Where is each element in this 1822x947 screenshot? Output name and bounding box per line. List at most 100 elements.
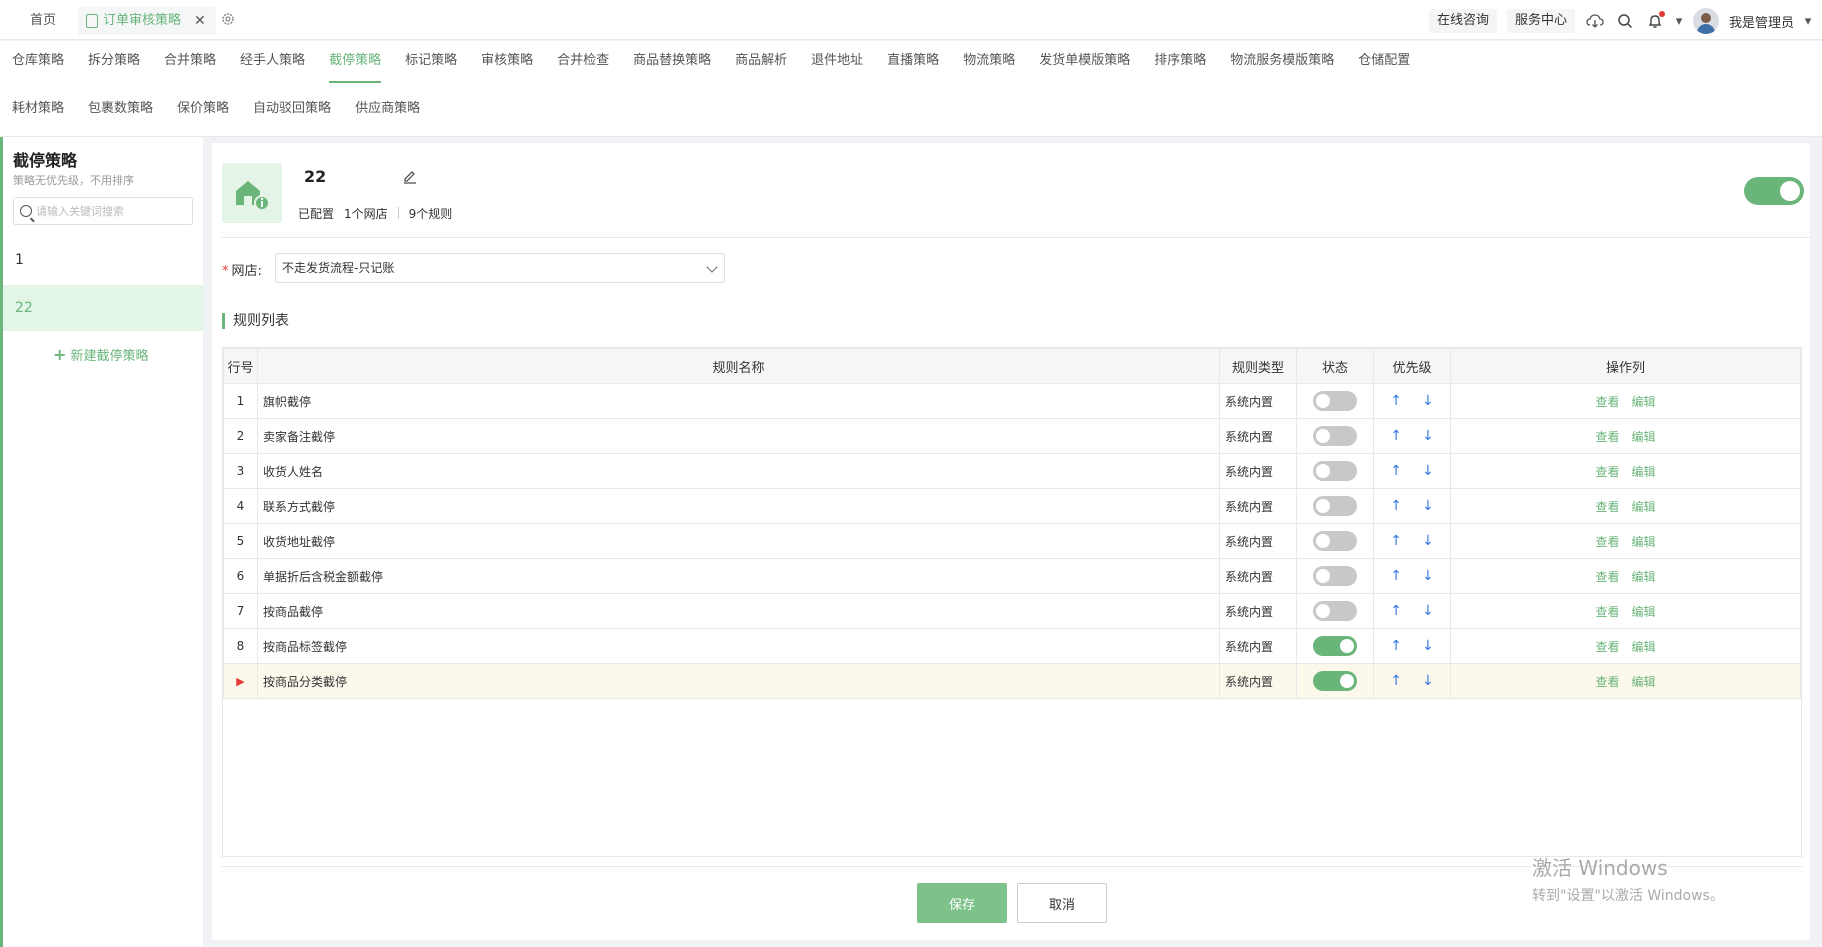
table-row[interactable]: ▶ 按商品分类截停 系统内置 ↑ ↓ 查看 编辑 <box>223 663 1801 699</box>
nav-tab-row1-11[interactable]: 直播策略 <box>875 43 951 83</box>
nav-tab-row1-6[interactable]: 审核策略 <box>469 43 545 83</box>
user-name[interactable]: 我是管理员 <box>1729 12 1794 31</box>
arrow-up-icon[interactable]: ↑ <box>1390 463 1402 479</box>
view-link[interactable]: 查看 <box>1595 395 1619 409</box>
nav-tab-row1-10[interactable]: 退件地址 <box>799 43 875 83</box>
arrow-up-icon[interactable]: ↑ <box>1390 393 1402 409</box>
nav-tab-row1-12[interactable]: 物流策略 <box>951 43 1027 83</box>
arrow-up-icon[interactable]: ↑ <box>1390 638 1402 654</box>
arrow-down-icon[interactable]: ↓ <box>1422 603 1434 619</box>
arrow-up-icon[interactable]: ↑ <box>1390 533 1402 549</box>
nav-tab-row2-1[interactable]: 包裹数策略 <box>76 91 165 131</box>
new-strategy-button[interactable]: + 新建截停策略 <box>53 345 149 364</box>
table-row[interactable]: 3 收货人姓名 系统内置 ↑ ↓ 查看 编辑 <box>223 453 1801 489</box>
cloud-download-icon[interactable] <box>1585 11 1605 31</box>
arrow-down-icon[interactable]: ↓ <box>1422 463 1434 479</box>
view-link[interactable]: 查看 <box>1595 430 1619 444</box>
nav-tab-row2-3[interactable]: 自动驳回策略 <box>241 91 343 131</box>
status-toggle[interactable] <box>1313 601 1357 621</box>
edit-link[interactable]: 编辑 <box>1632 430 1656 444</box>
caret-down-icon[interactable]: ▾ <box>1675 11 1683 31</box>
store-select[interactable]: 不走发货流程-只记账 <box>275 253 725 283</box>
table-row[interactable]: 1 旗帜截停 系统内置 ↑ ↓ 查看 编辑 <box>223 383 1801 419</box>
view-link[interactable]: 查看 <box>1595 605 1619 619</box>
arrow-down-icon[interactable]: ↓ <box>1422 638 1434 654</box>
status-toggle[interactable] <box>1313 391 1357 411</box>
sidebar-search[interactable] <box>13 197 193 225</box>
arrow-down-icon[interactable]: ↓ <box>1422 428 1434 444</box>
nav-tab-row2-4[interactable]: 供应商策略 <box>343 91 432 131</box>
nav-tab-row1-7[interactable]: 合并检查 <box>545 43 621 83</box>
avatar[interactable] <box>1692 8 1719 34</box>
edit-link[interactable]: 编辑 <box>1632 465 1656 479</box>
status-toggle[interactable] <box>1313 426 1357 446</box>
strategy-enable-toggle[interactable] <box>1744 177 1804 205</box>
service-center-button[interactable]: 服务中心 <box>1506 9 1575 33</box>
arrow-up-icon[interactable]: ↑ <box>1390 673 1402 689</box>
view-link[interactable]: 查看 <box>1595 570 1619 584</box>
nav-tab-row1-8[interactable]: 商品替换策略 <box>621 43 723 83</box>
view-link[interactable]: 查看 <box>1595 640 1619 654</box>
nav-tab-row1-5[interactable]: 标记策略 <box>393 43 469 83</box>
arrow-down-icon[interactable]: ↓ <box>1422 393 1434 409</box>
nav-tab-row1-3[interactable]: 经手人策略 <box>228 43 317 83</box>
edit-link[interactable]: 编辑 <box>1632 535 1656 549</box>
edit-link[interactable]: 编辑 <box>1632 675 1656 689</box>
view-link[interactable]: 查看 <box>1595 500 1619 514</box>
status-toggle[interactable] <box>1313 566 1357 586</box>
nav-tab-row1-15[interactable]: 物流服务模版策略 <box>1218 43 1346 83</box>
nav-tab-row1-16[interactable]: 仓储配置 <box>1346 43 1422 83</box>
arrow-up-icon[interactable]: ↑ <box>1390 603 1402 619</box>
nav-tab-row1-14[interactable]: 排序策略 <box>1142 43 1218 83</box>
actions-cell: 查看 编辑 <box>1450 453 1801 489</box>
edit-link[interactable]: 编辑 <box>1632 570 1656 584</box>
arrow-up-icon[interactable]: ↑ <box>1390 428 1402 444</box>
close-icon[interactable]: ✕ <box>194 7 206 35</box>
search-icon[interactable] <box>1615 11 1635 31</box>
view-link[interactable]: 查看 <box>1595 465 1619 479</box>
save-button[interactable]: 保存 <box>917 883 1007 923</box>
arrow-up-icon[interactable]: ↑ <box>1390 498 1402 514</box>
table-row[interactable]: 2 卖家备注截停 系统内置 ↑ ↓ 查看 编辑 <box>223 418 1801 454</box>
cancel-button[interactable]: 取消 <box>1017 883 1107 923</box>
nav-tab-row1-9[interactable]: 商品解析 <box>723 43 799 83</box>
caret-down-icon[interactable]: ▾ <box>1804 11 1812 31</box>
nav-tab-row1-4[interactable]: 截停策略 <box>317 43 393 83</box>
online-consult-button[interactable]: 在线咨询 <box>1428 9 1497 33</box>
bell-icon[interactable] <box>1645 11 1665 31</box>
sidebar-item-1[interactable]: 1 <box>3 237 203 283</box>
edit-link[interactable]: 编辑 <box>1632 605 1656 619</box>
nav-tab-row1-1[interactable]: 拆分策略 <box>76 43 152 83</box>
arrow-down-icon[interactable]: ↓ <box>1422 533 1434 549</box>
table-row[interactable]: 5 收货地址截停 系统内置 ↑ ↓ 查看 编辑 <box>223 523 1801 559</box>
status-toggle[interactable] <box>1313 461 1357 481</box>
nav-tab-row2-0[interactable]: 耗材策略 <box>0 91 76 131</box>
table-row[interactable]: 7 按商品截停 系统内置 ↑ ↓ 查看 编辑 <box>223 593 1801 629</box>
tab-order-audit[interactable]: 订单审核策略 ✕ <box>78 7 216 35</box>
arrow-down-icon[interactable]: ↓ <box>1422 498 1434 514</box>
view-link[interactable]: 查看 <box>1595 535 1619 549</box>
sidebar-item-22[interactable]: 22 <box>3 285 203 331</box>
status-toggle[interactable] <box>1313 496 1357 516</box>
view-link[interactable]: 查看 <box>1595 675 1619 689</box>
status-toggle[interactable] <box>1313 531 1357 551</box>
nav-tab-row2-2[interactable]: 保价策略 <box>165 91 241 131</box>
edit-link[interactable]: 编辑 <box>1632 395 1656 409</box>
arrow-down-icon[interactable]: ↓ <box>1422 568 1434 584</box>
arrow-down-icon[interactable]: ↓ <box>1422 673 1434 689</box>
edit-icon[interactable] <box>402 169 418 185</box>
nav-tab-row1-0[interactable]: 仓库策略 <box>0 43 76 83</box>
table-row[interactable]: 6 单据折后含税金额截停 系统内置 ↑ ↓ 查看 编辑 <box>223 558 1801 594</box>
table-row[interactable]: 4 联系方式截停 系统内置 ↑ ↓ 查看 编辑 <box>223 488 1801 524</box>
status-toggle[interactable] <box>1313 671 1357 691</box>
edit-link[interactable]: 编辑 <box>1632 500 1656 514</box>
arrow-up-icon[interactable]: ↑ <box>1390 568 1402 584</box>
edit-link[interactable]: 编辑 <box>1632 640 1656 654</box>
table-row[interactable]: 8 按商品标签截停 系统内置 ↑ ↓ 查看 编辑 <box>223 628 1801 664</box>
search-input[interactable] <box>36 204 186 218</box>
gear-icon[interactable] <box>220 11 236 27</box>
nav-tab-row1-2[interactable]: 合并策略 <box>152 43 228 83</box>
nav-tab-row1-13[interactable]: 发货单模版策略 <box>1027 43 1142 83</box>
tab-home[interactable]: 首页 <box>20 7 66 35</box>
status-toggle[interactable] <box>1313 636 1357 656</box>
